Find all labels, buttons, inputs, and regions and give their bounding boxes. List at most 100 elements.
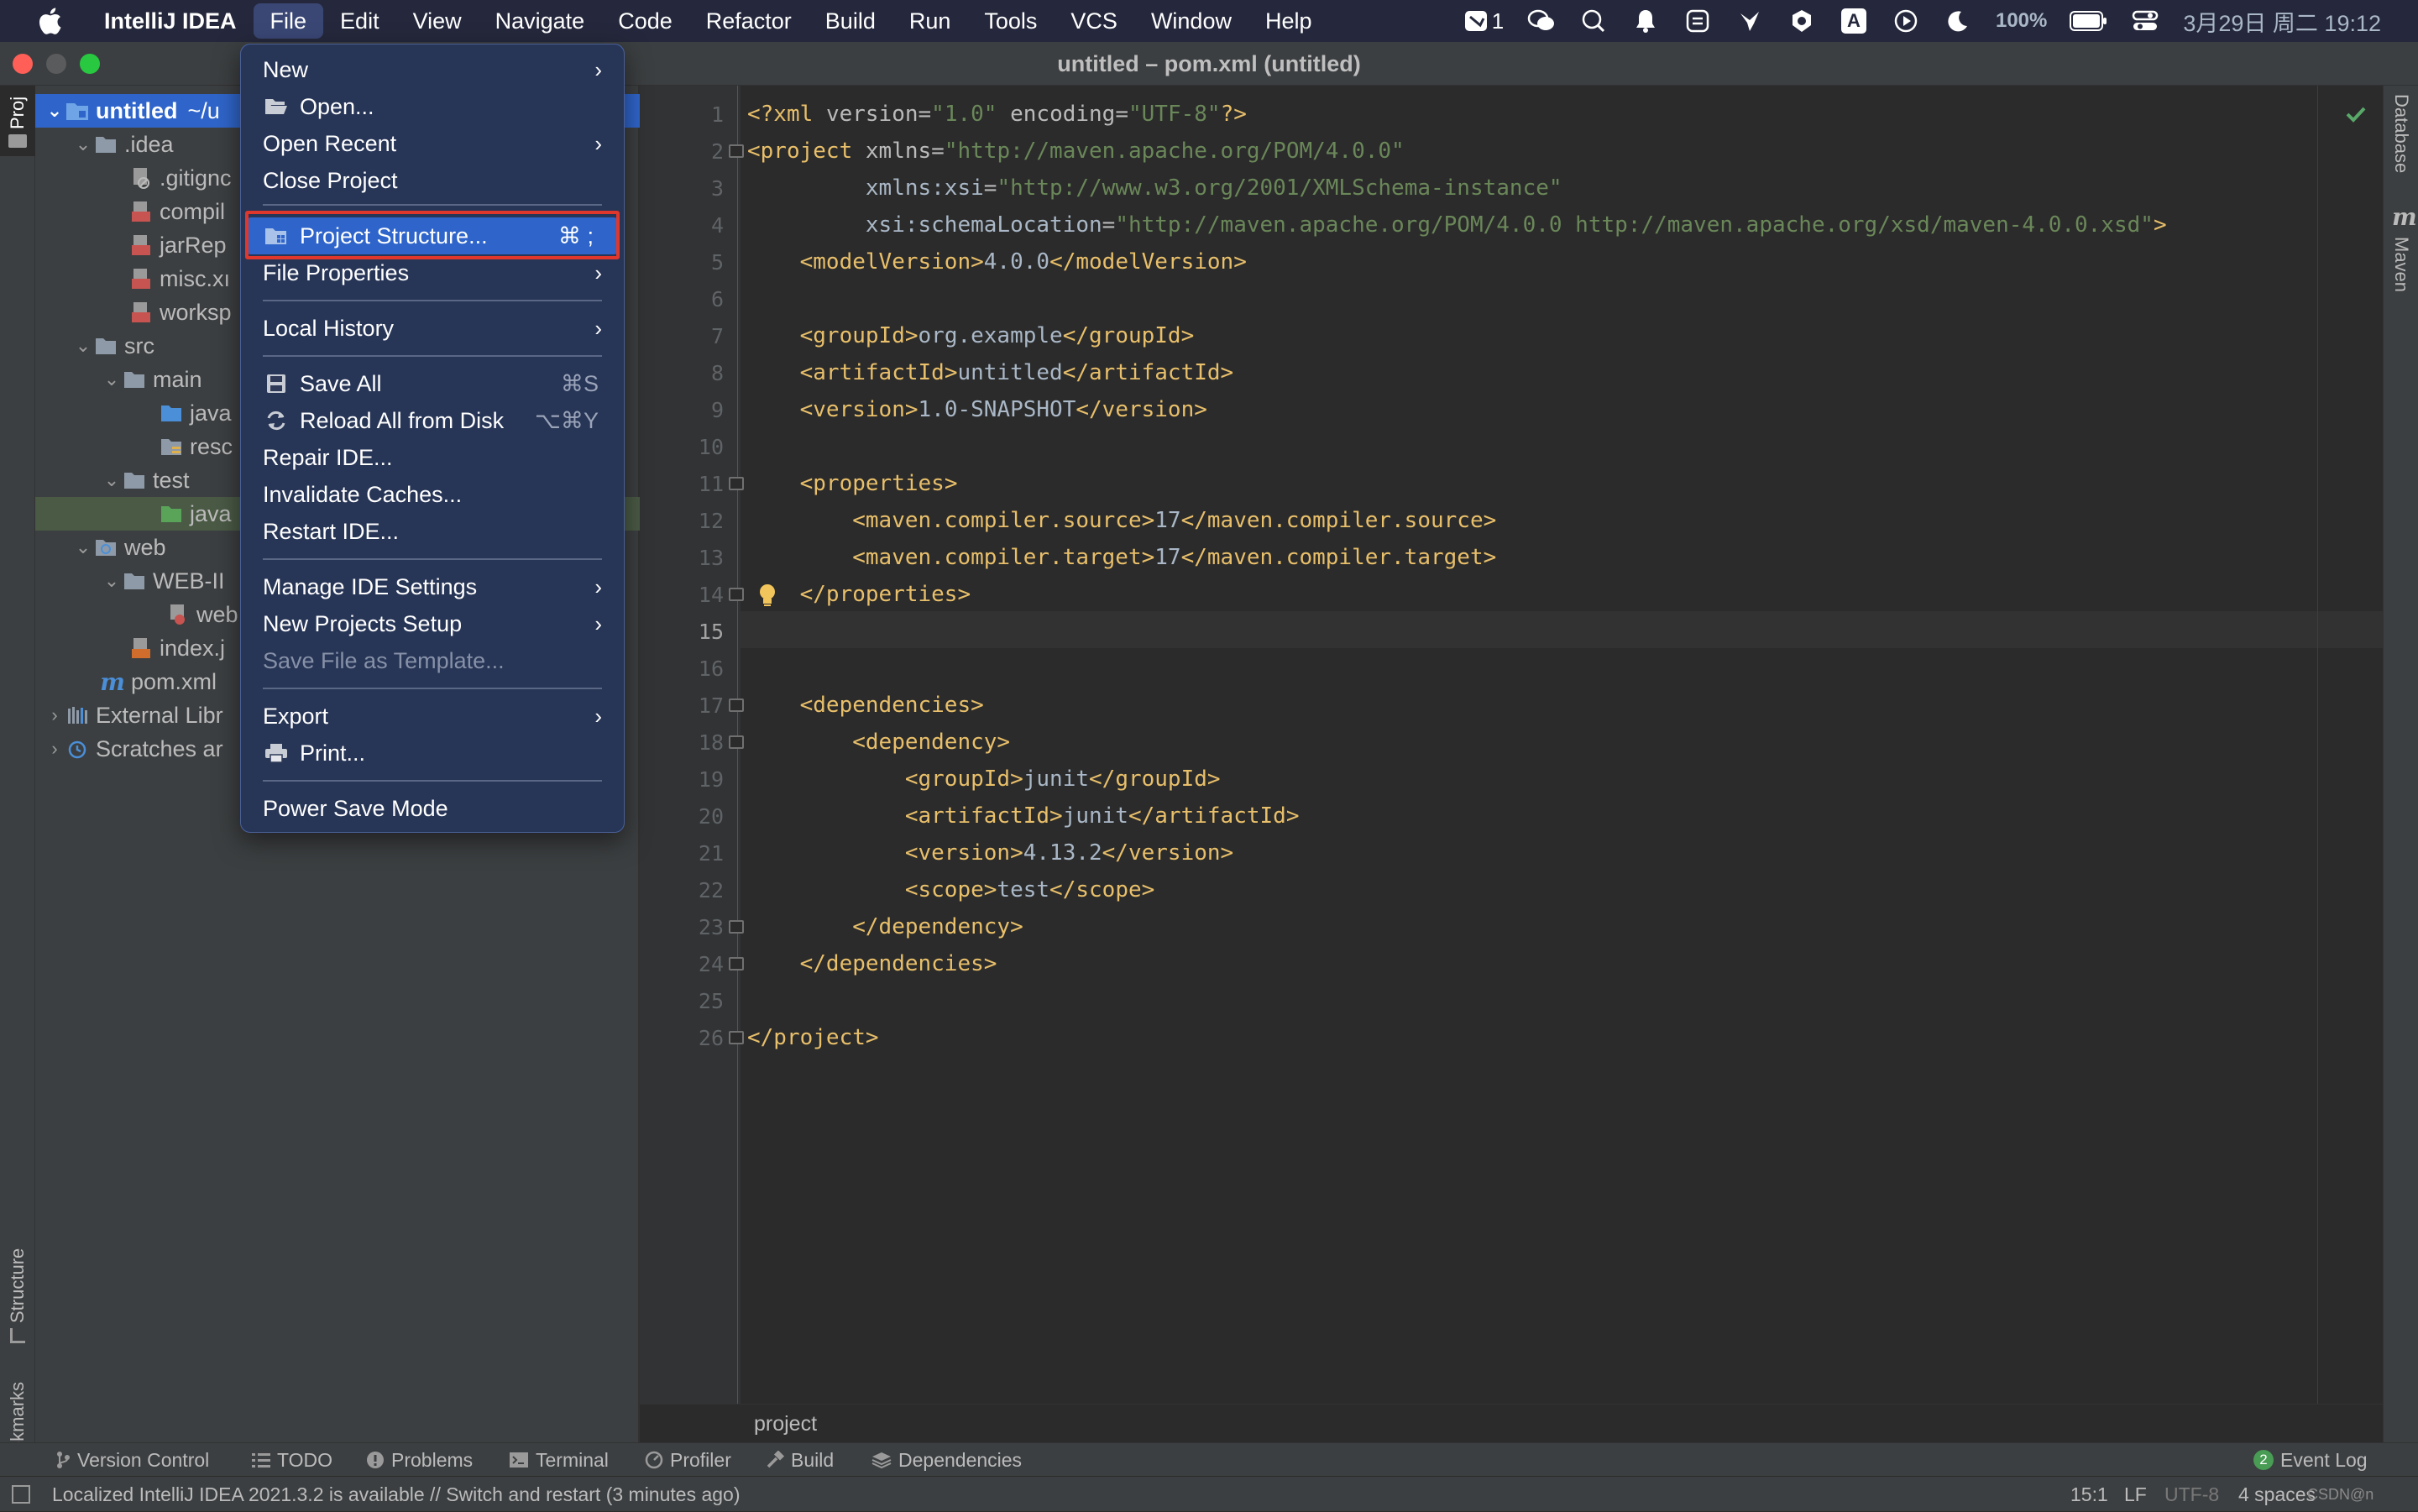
code-line[interactable]: </dependencies> — [747, 945, 997, 982]
fold-marker-icon[interactable] — [729, 1031, 744, 1044]
menu-item-invalidate-caches[interactable]: Invalidate Caches... — [241, 476, 624, 513]
apple-icon[interactable] — [35, 7, 64, 35]
bird-icon[interactable] — [1735, 6, 1765, 36]
code-line[interactable]: <version>4.13.2</version> — [747, 834, 1233, 871]
menu-item-reload-all[interactable]: Reload All from Disk ⌥⌘Y — [241, 402, 624, 439]
code-line[interactable]: <maven.compiler.source>17</maven.compile… — [747, 502, 1496, 539]
code-line[interactable]: xsi:schemaLocation="http://maven.apache.… — [747, 207, 2167, 243]
version-control-tab[interactable]: Version Control — [55, 1443, 209, 1477]
code-line[interactable]: </dependency> — [747, 908, 1023, 945]
code-line[interactable]: <maven.compiler.target>17</maven.compile… — [747, 539, 1496, 576]
fold-marker-icon[interactable] — [729, 957, 744, 971]
control-center-icon[interactable] — [2130, 6, 2160, 36]
input-method-icon[interactable]: A — [1839, 6, 1869, 36]
code-editor[interactable]: 1 2 3 4 5 6 7 8 9 10 11 12 13 14 15 16 17 18 19 20 21 22 23 24 2… — [640, 86, 2383, 1404]
menu-item-restart-ide[interactable]: Restart IDE... — [241, 513, 624, 550]
line-number: 25 — [698, 989, 724, 1013]
menu-code[interactable]: Code — [601, 0, 689, 42]
fold-marker-icon[interactable] — [729, 477, 744, 490]
search-icon[interactable] — [1578, 6, 1609, 36]
menu-window[interactable]: Window — [1134, 0, 1248, 42]
feishu-icon[interactable]: 1 — [1463, 6, 1505, 36]
menu-file[interactable]: File — [253, 3, 324, 39]
code-line[interactable]: xmlns:xsi="http://www.w3.org/2001/XMLSch… — [747, 170, 1562, 207]
todo-tab[interactable]: TODO — [252, 1443, 332, 1477]
menu-item-export[interactable]: Export › — [241, 698, 624, 735]
menu-item-open[interactable]: Open... — [241, 88, 624, 125]
menu-edit[interactable]: Edit — [323, 0, 396, 42]
code-line[interactable]: </properties> — [747, 576, 971, 613]
menu-separator — [263, 300, 602, 301]
menu-view[interactable]: View — [396, 0, 479, 42]
code-line[interactable]: </project> — [747, 1019, 879, 1056]
left-tool-stripe: Proj Structure Bookmarks — [0, 86, 35, 1504]
moon-icon[interactable] — [1943, 6, 1973, 36]
indent-setting[interactable]: 4 spaces — [2238, 1477, 2316, 1512]
menu-separator — [263, 204, 602, 206]
menu-build[interactable]: Build — [809, 0, 892, 42]
fold-marker-icon[interactable] — [729, 920, 744, 934]
code-line[interactable]: <artifactId>untitled</artifactId> — [747, 354, 1234, 391]
fold-marker-icon[interactable] — [729, 735, 744, 749]
breadcrumb-item[interactable]: project — [754, 1412, 817, 1436]
menu-navigate[interactable]: Navigate — [479, 0, 602, 42]
line-number: 17 — [698, 693, 724, 718]
ignore-file-icon — [129, 167, 153, 189]
event-log-tab[interactable]: 2 Event Log — [2253, 1443, 2368, 1477]
no-problems-check-icon[interactable] — [2344, 102, 2368, 126]
fold-marker-icon[interactable] — [729, 144, 744, 158]
fold-marker-icon[interactable] — [729, 698, 744, 712]
fold-marker-icon[interactable] — [729, 588, 744, 601]
clock[interactable]: 3月29日 周二 19:12 — [2183, 5, 2381, 38]
maven-tool-tab[interactable]: m Maven — [2384, 203, 2418, 304]
code-line[interactable]: <?xml version="1.0" encoding="UTF-8"?> — [747, 96, 1247, 133]
code-line[interactable]: <modelVersion>4.0.0</modelVersion> — [747, 243, 1247, 280]
battery-icon[interactable] — [2070, 6, 2108, 36]
menu-item-power-save-mode[interactable]: Power Save Mode — [241, 790, 624, 827]
menu-help[interactable]: Help — [1248, 0, 1329, 42]
profiler-tab[interactable]: Profiler — [645, 1443, 731, 1477]
file-encoding[interactable]: UTF-8 — [2164, 1477, 2219, 1512]
code-line[interactable]: <properties> — [747, 465, 958, 502]
menu-item-local-history[interactable]: Local History › — [241, 310, 624, 347]
database-tool-tab[interactable]: Database — [2384, 86, 2418, 186]
menu-item-open-recent[interactable]: Open Recent › — [241, 125, 624, 162]
code-line[interactable]: <scope>test</scope> — [747, 871, 1154, 908]
build-tab[interactable]: Build — [766, 1443, 834, 1477]
app-menu[interactable]: IntelliJ IDEA — [87, 0, 254, 42]
code-line[interactable]: <artifactId>junit</artifactId> — [747, 798, 1300, 834]
code-line[interactable]: <dependencies> — [747, 687, 984, 724]
menu-item-print[interactable]: Print... — [241, 735, 624, 772]
menu-run[interactable]: Run — [892, 0, 968, 42]
project-tool-tab[interactable]: Proj — [0, 86, 35, 156]
menu-item-close-project[interactable]: Close Project — [241, 162, 624, 199]
code-line[interactable]: <dependency> — [747, 724, 1010, 761]
menu-tools[interactable]: Tools — [967, 0, 1054, 42]
editor-breadcrumb[interactable]: project — [640, 1404, 2383, 1442]
sync-icon[interactable] — [1683, 6, 1713, 36]
caret-position[interactable]: 15:1 — [2070, 1477, 2108, 1512]
menu-item-repair-ide[interactable]: Repair IDE... — [241, 439, 624, 476]
menu-vcs[interactable]: VCS — [1054, 0, 1134, 42]
dependencies-tab[interactable]: Dependencies — [871, 1443, 1022, 1477]
status-message[interactable]: Localized IntelliJ IDEA 2021.3.2 is avai… — [52, 1477, 741, 1512]
code-line[interactable]: <groupId>org.example</groupId> — [747, 317, 1195, 354]
terminal-tab[interactable]: Terminal — [509, 1443, 609, 1477]
wechat-icon[interactable] — [1526, 6, 1557, 36]
bell-icon[interactable] — [1630, 6, 1661, 36]
shield-icon[interactable] — [1787, 6, 1817, 36]
menu-item-new[interactable]: New › — [241, 51, 624, 88]
menu-item-new-projects-setup[interactable]: New Projects Setup › — [241, 605, 624, 642]
code-line[interactable]: <version>1.0-SNAPSHOT</version> — [747, 391, 1207, 428]
menu-item-manage-ide-settings[interactable]: Manage IDE Settings › — [241, 568, 624, 605]
toggle-tool-windows-icon[interactable] — [12, 1485, 30, 1504]
menu-refactor[interactable]: Refactor — [689, 0, 809, 42]
tab-label: Event Log — [2280, 1448, 2368, 1471]
menu-item-save-all[interactable]: Save All ⌘S — [241, 365, 624, 402]
menu-item-file-properties[interactable]: File Properties › — [241, 254, 624, 291]
code-line[interactable]: <project xmlns="http://maven.apache.org/… — [747, 133, 1405, 170]
line-separator[interactable]: LF — [2124, 1477, 2147, 1512]
play-icon[interactable] — [1891, 6, 1921, 36]
code-line[interactable]: <groupId>junit</groupId> — [747, 761, 1221, 798]
problems-tab[interactable]: Problems — [366, 1443, 473, 1477]
